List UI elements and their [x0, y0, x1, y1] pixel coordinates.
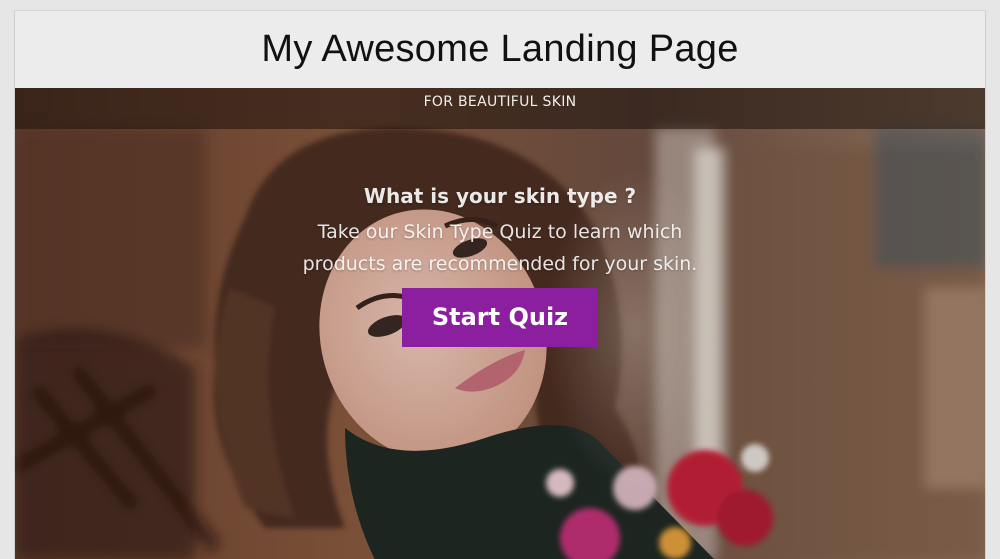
quiz-description-line-1: Take our Skin Type Quiz to learn which: [317, 221, 683, 243]
quiz-description-line-2: products are recommended for your skin.: [302, 253, 698, 275]
start-quiz-button[interactable]: Start Quiz: [402, 288, 598, 347]
title-bar: My Awesome Landing Page: [15, 11, 985, 88]
page-title: My Awesome Landing Page: [261, 28, 739, 70]
quiz-question: What is your skin type ?: [363, 184, 637, 208]
hero-section: FOR BEAUTIFUL SKIN What is your skin typ…: [15, 88, 985, 559]
tagline-bar: FOR BEAUTIFUL SKIN: [15, 88, 985, 129]
quiz-callout: What is your skin type ? Take our Skin T…: [15, 176, 985, 347]
browser-window: My Awesome Landing Page FOR BEAUTIFUL SK…: [14, 10, 986, 559]
tagline: FOR BEAUTIFUL SKIN: [423, 94, 577, 110]
